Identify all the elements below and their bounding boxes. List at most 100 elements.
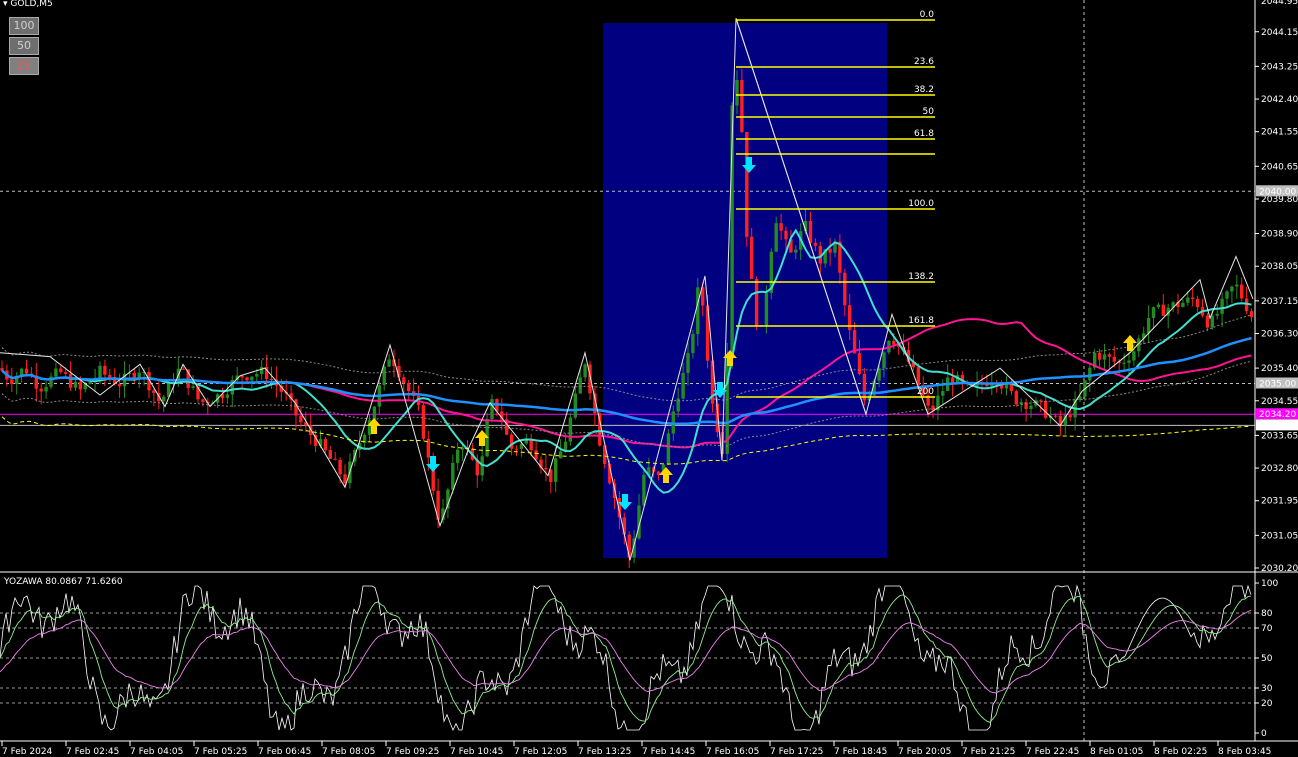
candle-body [666,433,671,465]
time-tick-label: 7 Feb 02:45 [66,747,119,757]
candle-body [681,373,685,399]
candle-body [1161,304,1165,316]
scale-button-100[interactable]: 100 [9,17,39,35]
time-tick-label: 7 Feb 12:05 [514,747,567,757]
candle-body [808,220,813,243]
candle-body [1195,299,1200,308]
price-tick-label: 2031.95 [1261,497,1298,507]
time-tick-label: 8 Feb 01:05 [1090,747,1143,757]
fib-level-label: 0.0 [920,10,935,20]
candle-body [1210,315,1214,328]
fib-level-label: 23.6 [914,57,934,67]
fib-level-label: 38.2 [914,85,934,95]
candle-body [1014,391,1018,405]
time-tick-label: 7 Feb 09:25 [386,747,439,757]
candle-body [843,272,847,306]
osc-tick-label: 50 [1261,654,1273,664]
candle-body [1146,317,1151,334]
fib-level-label: 61.8 [914,129,934,139]
scale-button-25[interactable]: 25 [9,57,39,75]
candle-body [490,399,494,419]
candle-body [103,365,107,375]
scale-button-50[interactable]: 50 [9,37,39,55]
candle-body [201,399,205,402]
price-tick-label: 2031.05 [1261,531,1298,541]
price-marker-label: 2034.20 [1259,410,1296,420]
candle-body [245,377,249,381]
candle-body [1132,351,1136,361]
time-tick-label: 7 Feb 17:25 [770,747,823,757]
price-tick-label: 2030.20 [1261,564,1298,574]
candle-body [754,278,759,327]
candle-body [578,377,582,394]
time-tick-label: 7 Feb 21:25 [962,747,1015,757]
candle-body [627,534,631,558]
candle-body [1186,297,1190,303]
osc-tick-label: 80 [1261,609,1273,619]
candle-body [323,439,328,451]
symbol-label: ▾ GOLD,M5 [3,0,53,9]
fib-level-label: 161.8 [908,316,934,326]
candle-body [1053,415,1058,417]
candle-body [181,368,185,370]
candle-body [1102,354,1107,360]
price-tick-label: 2041.55 [1261,128,1298,138]
price-tick-label: 2033.65 [1261,431,1298,441]
price-tick-label: 2044.15 [1261,28,1298,38]
candle-body [333,458,337,460]
candle-body [1205,315,1210,328]
symbol-text: GOLD,M5 [10,0,53,9]
price-tick-label: 2042.40 [1261,95,1298,105]
candle-body [328,450,332,459]
time-tick-label: 7 Feb 20:05 [898,747,951,757]
candle-body [343,474,347,484]
time-tick-label: 7 Feb 05:25 [194,747,247,757]
price-tick-label: 2038.05 [1261,262,1298,272]
osc-tick-label: 0 [1261,729,1267,739]
time-tick-label: 7 Feb 06:45 [258,747,311,757]
candle-body [78,381,83,390]
candle-body [299,415,303,423]
candle-body [191,386,195,388]
candle-body [1215,313,1219,316]
osc-tick-label: 100 [1261,579,1278,589]
candle-body [529,440,533,451]
candle-body [407,383,411,392]
candle-body [269,378,274,380]
fib-level-label: 100.0 [908,199,934,209]
candle-body [764,292,769,326]
candle-body [750,236,754,279]
candle-body [696,287,700,335]
time-tick-label: 7 Feb 14:45 [642,747,695,757]
price-tick-label: 2040.65 [1261,162,1298,172]
dropdown-triangle-icon[interactable]: ▾ [3,0,8,9]
price-tick-label: 2043.25 [1261,62,1298,72]
price-marker-label: 2035.00 [1259,379,1296,389]
time-tick-label: 7 Feb 04:05 [130,747,183,757]
candle-body [1112,356,1116,362]
candle-body [255,374,259,377]
candle-body [1097,352,1102,360]
candle-body [554,458,558,483]
fib-level-label: 200 [917,387,934,397]
candle-body [1024,402,1028,409]
candle-body [387,359,391,367]
candle-body [558,451,563,459]
price-marker-label: 2040.00 [1259,187,1296,197]
time-tick-label: 8 Feb 03:45 [1218,747,1271,757]
candle-body [54,368,58,377]
candle-body [59,368,63,373]
candle-body [372,406,377,421]
candle-body [1127,360,1131,363]
candle-body [88,382,92,385]
candle-body [1225,291,1229,299]
chart-canvas: 0.023.638.25061.8100.0138.2161.8200 2044… [0,0,1298,757]
price-tick-label: 2034.55 [1261,397,1298,407]
price-tick-label: 2038.90 [1261,230,1298,240]
fib-level-label: 50 [923,107,935,117]
candle-body [779,223,783,231]
oscillator-label: YOZAWA 80.0867 71.6260 [4,577,123,587]
candle-body [794,249,798,253]
candle-body [524,440,528,444]
osc-tick-label: 70 [1261,624,1273,634]
